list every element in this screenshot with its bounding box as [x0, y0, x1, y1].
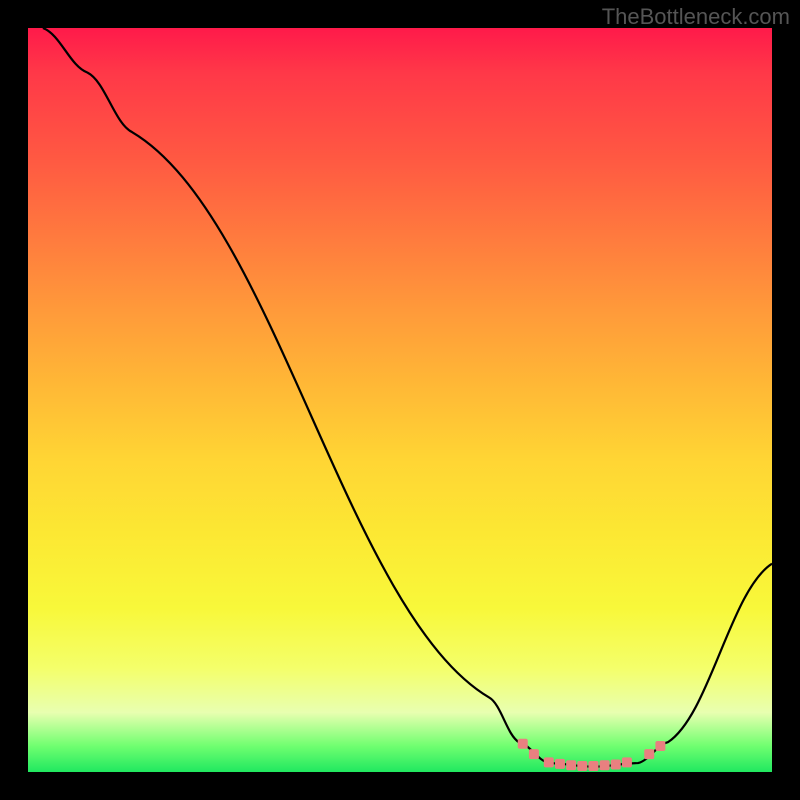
marker-point — [655, 741, 665, 751]
marker-point — [555, 759, 565, 769]
chart-svg — [28, 28, 772, 772]
marker-point — [577, 761, 587, 771]
marker-point — [644, 749, 654, 759]
marker-point — [518, 739, 528, 749]
marker-point — [600, 760, 610, 770]
chart-container — [28, 28, 772, 772]
marker-point — [622, 757, 632, 767]
marker-point — [588, 761, 598, 771]
curve-line — [43, 28, 772, 767]
marker-group — [518, 739, 666, 771]
marker-point — [529, 749, 539, 759]
marker-point — [611, 760, 621, 770]
marker-point — [544, 757, 554, 767]
marker-point — [566, 760, 576, 770]
watermark-text: TheBottleneck.com — [602, 4, 790, 30]
